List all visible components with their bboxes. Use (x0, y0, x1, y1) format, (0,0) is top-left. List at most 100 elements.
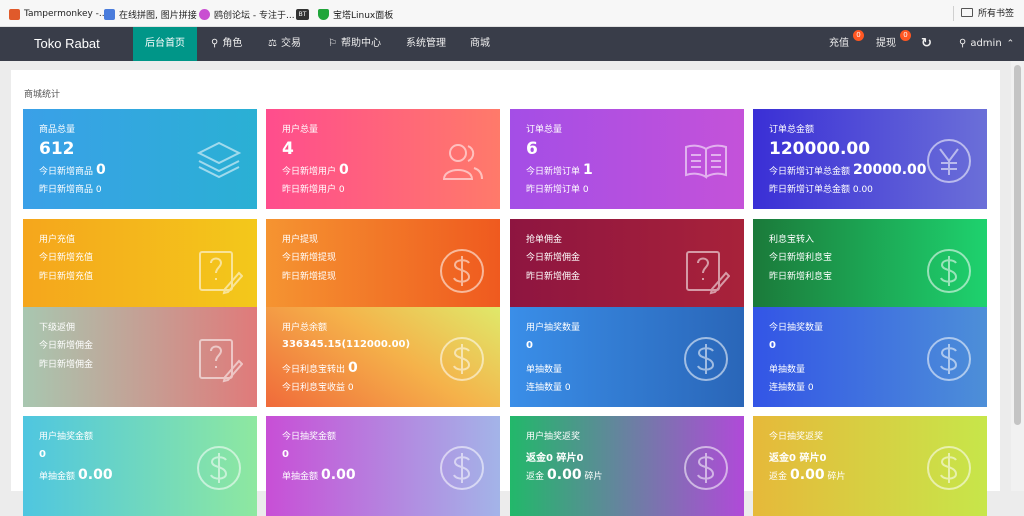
scrollbar-thumb[interactable] (1014, 65, 1021, 425)
card-return-amount: 返金 0.00 碎片 (769, 467, 846, 483)
card-user-lottery-count[interactable]: 用户抽奖数量 0 单抽数量 连抽数量 0 (510, 307, 744, 407)
bookmark-tampermonkey[interactable]: Tampermonkey -... (9, 6, 108, 22)
card-yesterday: 昨日新增提现 (282, 272, 337, 282)
card-users-total[interactable]: 用户总量 4 今日新增用户 0 昨日新增用户 0 (266, 109, 500, 209)
recharge-button[interactable]: 充值 (829, 27, 849, 61)
card-value: 返金0 碎片0 (769, 453, 827, 464)
card-title: 今日抽奖金额 (282, 432, 337, 442)
folder-icon (960, 8, 973, 17)
nav-trade[interactable]: ⚖ 交易 (268, 27, 301, 61)
recharge-badge: 0 (853, 30, 864, 41)
bookmark-divider (953, 6, 954, 21)
card-yesterday: 昨日新增订单 0 (526, 185, 589, 195)
card-today-lottery-count[interactable]: 今日抽奖数量 0 单抽数量 连抽数量 0 (753, 307, 987, 407)
card-title: 利息宝转入 (769, 235, 815, 245)
card-user-balance[interactable]: 用户总余额 336345.15(112000.00) 今日利息宝转出 0 今日利息… (266, 307, 500, 407)
tampermonkey-icon (9, 8, 20, 20)
chevron-up-icon: ⌃ (1006, 39, 1015, 49)
page-scrollbar[interactable] (1011, 61, 1024, 491)
card-single-amount: 单抽金额 0.00 (39, 467, 113, 483)
flag-icon: ⚐ (328, 38, 337, 49)
card-today: 今日新增用户 0 (282, 162, 349, 178)
card-today: 今日新增订单总金额 20000.00 (769, 162, 927, 178)
card-single-count: 单抽数量 (769, 365, 806, 375)
card-today-lottery-return[interactable]: 今日抽奖返奖 返金0 碎片0 返金 0.00 碎片 (753, 416, 987, 516)
note-edit-icon (195, 335, 244, 383)
nav-help[interactable]: ⚐ 帮助中心 (328, 27, 381, 61)
refresh-icon[interactable]: ↻ (921, 27, 932, 61)
card-yesterday: 昨日新增商品 0 (39, 185, 102, 195)
card-value: 120000.00 (769, 139, 871, 159)
dollar-icon (682, 444, 730, 492)
layers-icon (195, 137, 243, 185)
card-title: 今日抽奖返奖 (769, 432, 824, 442)
bookmarks-bar: Tampermonkey -... 在线拼图, 图片拼接 鸥创论坛 - 专注于.… (0, 0, 1024, 27)
scale-icon: ⚖ (268, 38, 277, 49)
card-user-lottery-amount[interactable]: 用户抽奖金额 0 单抽金额 0.00 (23, 416, 257, 516)
card-interest-out: 今日利息宝转出 0 (282, 360, 358, 376)
card-value: 0 (526, 340, 533, 351)
brand-title[interactable]: Toko Rabat (34, 36, 100, 51)
card-today: 今日新增利息宝 (769, 253, 833, 263)
card-value: 返金0 碎片0 (526, 453, 584, 464)
card-title: 今日抽奖数量 (769, 323, 824, 333)
card-orders-amount[interactable]: 订单总金额 120000.00 今日新增订单总金额 20000.00 昨日新增订单… (753, 109, 987, 209)
bookmark-puzzle[interactable]: 在线拼图, 图片拼接 (104, 6, 197, 22)
puzzle-icon (104, 8, 115, 20)
card-single-amount: 单抽金额 0.00 (282, 467, 356, 483)
dollar-icon (682, 335, 730, 383)
card-title: 商品总量 (39, 125, 76, 135)
withdraw-badge: 0 (900, 30, 911, 41)
card-title: 用户抽奖金额 (39, 432, 94, 442)
nav-mall[interactable]: 商城 (470, 27, 490, 61)
card-title: 订单总金额 (769, 125, 815, 135)
card-orders-total[interactable]: 订单总量 6 今日新增订单 1 昨日新增订单 0 (510, 109, 744, 209)
forum-icon (199, 8, 210, 20)
withdraw-button[interactable]: 提现 (876, 27, 896, 61)
card-value: 6 (526, 139, 538, 159)
mall-stats-panel: 商城统计 商品总量 612 今日新增商品 0 昨日新增商品 0 用户总量 4 今日… (11, 70, 1000, 516)
user-icon: ⚲ (211, 38, 219, 49)
card-value: 0 (769, 340, 776, 351)
card-today: 今日新增商品 0 (39, 162, 106, 178)
card-today: 今日新增订单 1 (526, 162, 593, 178)
card-grab-commission[interactable]: 抢单佣金 今日新增佣金 昨日新增佣金 (510, 219, 744, 319)
card-today: 今日新增佣金 (39, 341, 94, 351)
bookmark-bt[interactable]: BT (296, 6, 313, 22)
yen-icon (925, 137, 973, 185)
card-value: 336345.15(112000.00) (282, 339, 411, 350)
top-navbar: Toko Rabat 后台首页 ⚲ 角色 ⚖ 交易 ⚐ 帮助中心 系统管理 商城 充值… (0, 27, 1024, 61)
bookmark-forum[interactable]: 鸥创论坛 - 专注于... (199, 6, 295, 22)
card-title: 用户提现 (282, 235, 319, 245)
card-yesterday: 昨日新增佣金 (39, 360, 94, 370)
card-sub-commission[interactable]: 下级返佣 今日新增佣金 昨日新增佣金 (23, 307, 257, 407)
card-user-withdraw[interactable]: 用户提现 今日新增提现 昨日新增提现 (266, 219, 500, 319)
card-title: 抢单佣金 (526, 235, 563, 245)
dollar-icon (925, 335, 973, 383)
card-value: 612 (39, 139, 75, 159)
card-title: 用户抽奖返奖 (526, 432, 581, 442)
shield-icon (318, 8, 329, 20)
nav-roles[interactable]: ⚲ 角色 (211, 27, 242, 61)
nav-system[interactable]: 系统管理 (406, 27, 446, 61)
card-yesterday: 昨日新增用户 0 (282, 185, 345, 195)
card-user-lottery-return[interactable]: 用户抽奖返奖 返金0 碎片0 返金 0.00 碎片 (510, 416, 744, 516)
card-title: 用户充值 (39, 235, 76, 245)
dollar-icon (195, 444, 243, 492)
dollar-icon (438, 444, 486, 492)
users-icon (438, 137, 486, 185)
nav-home[interactable]: 后台首页 (133, 27, 197, 61)
card-today-lottery-amount[interactable]: 今日抽奖金额 0 单抽金额 0.00 (266, 416, 500, 516)
card-title: 订单总量 (526, 125, 563, 135)
all-bookmarks-button[interactable]: 所有书签 (960, 6, 1014, 19)
card-multi-count: 连抽数量 0 (526, 383, 571, 393)
card-title: 下级返佣 (39, 323, 76, 333)
bookmark-bt-panel[interactable]: 宝塔Linux面板 (318, 6, 393, 22)
card-yesterday: 昨日新增充值 (39, 272, 94, 282)
card-value: 0 (39, 449, 46, 460)
user-menu[interactable]: ⚲ admin ⌃ (959, 27, 1014, 61)
card-user-recharge[interactable]: 用户充值 今日新增充值 昨日新增充值 (23, 219, 257, 319)
card-goods-total[interactable]: 商品总量 612 今日新增商品 0 昨日新增商品 0 (23, 109, 257, 209)
card-interest-in[interactable]: 利息宝转入 今日新增利息宝 昨日新增利息宝 (753, 219, 987, 319)
note-edit-icon (682, 247, 731, 295)
